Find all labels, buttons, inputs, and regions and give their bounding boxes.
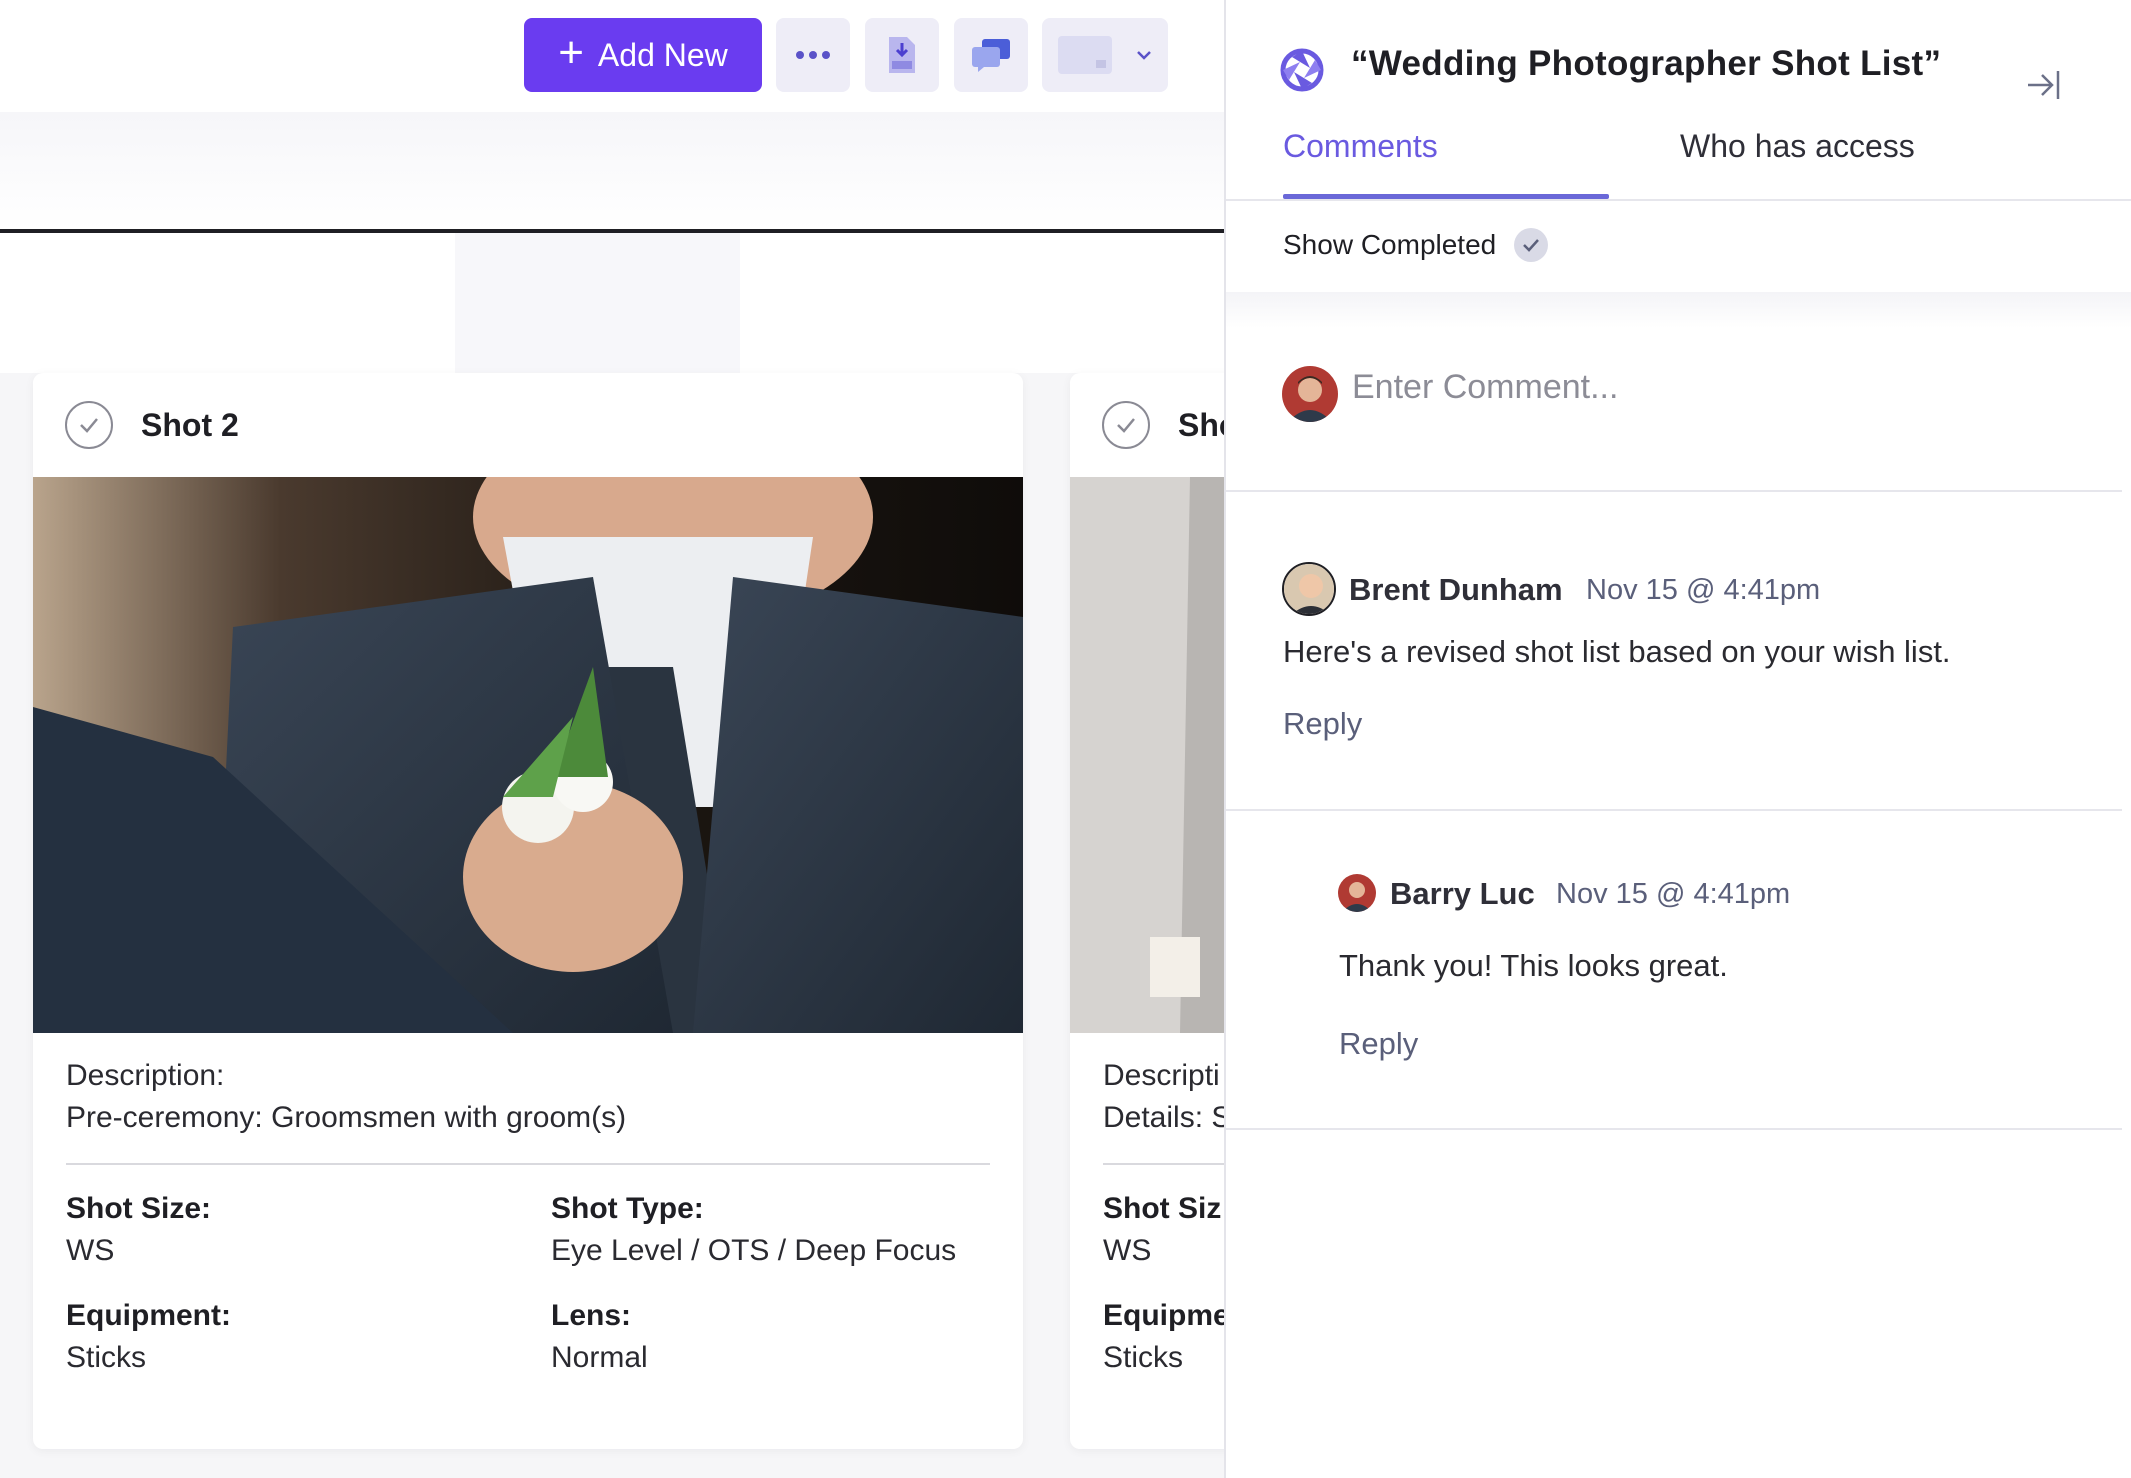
description-value: Pre-ceremony: Groomsmen with groom(s) — [66, 1101, 627, 1134]
comment-text: Thank you! This looks great. — [1339, 948, 1728, 983]
card-divider — [1103, 1163, 1224, 1165]
lens-value: Normal — [551, 1341, 648, 1374]
reply-link[interactable]: Reply — [1283, 706, 1362, 742]
shot-type-field: Shot Type: Eye Level / OTS / Deep Focus — [551, 1188, 956, 1272]
app-logo-icon — [1280, 48, 1324, 92]
comment-divider — [1226, 1128, 2122, 1130]
comment-divider — [1226, 809, 2122, 811]
shot-card[interactable]: Shot 2 Description: Pre-ceremony: Grooms… — [33, 373, 1023, 1449]
panel-title: “Wedding Photographer Shot List” — [1351, 44, 1942, 83]
complete-shot-checkbox[interactable] — [65, 401, 113, 449]
comments-panel: “Wedding Photographer Shot List” Comment… — [1224, 0, 2131, 1478]
comments-toggle-button[interactable] — [954, 18, 1028, 92]
shot-size-field: Shot Siz WS — [1103, 1188, 1221, 1272]
description-label: Description: — [66, 1059, 225, 1092]
shot-description: Description: Pre-ceremony: Groomsmen wit… — [66, 1055, 626, 1139]
shot-card[interactable]: Sho Descripti Details: S Shot Siz WS Equ… — [1070, 373, 1224, 1449]
complete-shot-checkbox[interactable] — [1102, 401, 1150, 449]
add-new-button[interactable]: + Add New — [524, 18, 762, 92]
shot-title: Sho — [1178, 406, 1224, 443]
shot-type-label: Shot Type: — [551, 1192, 704, 1225]
comment-author: Barry Luc — [1390, 876, 1535, 911]
description-label: Descripti — [1103, 1059, 1220, 1092]
collapse-panel-icon[interactable] — [2026, 68, 2062, 102]
comments-icon — [972, 39, 1010, 72]
pdf-download-icon — [889, 37, 915, 73]
comment-timestamp: Nov 15 @ 4:41pm — [1586, 574, 1821, 606]
shot-image — [33, 477, 1023, 1033]
description-value: Details: S — [1103, 1101, 1224, 1134]
check-icon — [1117, 418, 1135, 433]
tab-who-has-access[interactable]: Who has access — [1680, 128, 1915, 165]
comment-divider — [1226, 490, 2122, 492]
card-divider — [66, 1163, 990, 1165]
shot-size-label: Shot Size: — [66, 1192, 212, 1225]
export-pdf-button[interactable] — [865, 18, 939, 92]
tabs-divider — [1226, 199, 2131, 201]
avatar — [1282, 562, 1336, 616]
shot-title: Shot 2 — [141, 406, 239, 443]
equipment-field: Equipment: Sticks — [66, 1295, 231, 1379]
equipment-field: Equipme Sticks — [1103, 1295, 1224, 1379]
comment-text: Here's a revised shot list based on your… — [1283, 634, 1951, 669]
equipment-label: Equipme — [1103, 1299, 1224, 1332]
shot-size-label: Shot Siz — [1103, 1192, 1222, 1225]
lens-label: Lens: — [551, 1299, 632, 1332]
ellipsis-icon — [796, 51, 830, 59]
comment-timestamp: Nov 15 @ 4:41pm — [1556, 878, 1791, 910]
strip-notch — [455, 233, 740, 373]
check-icon — [80, 418, 98, 433]
view-toggle-icon — [1058, 36, 1112, 74]
equipment-label: Equipment: — [66, 1299, 231, 1332]
show-completed-label: Show Completed — [1283, 229, 1497, 260]
chevron-down-icon — [1137, 51, 1151, 60]
shot-list-workspace: + Add New Shot 2 Description: Pre-ceremo… — [0, 0, 1224, 1478]
shot-description: Descripti Details: S — [1103, 1055, 1224, 1139]
tab-comments[interactable]: Comments — [1283, 128, 1438, 165]
more-options-button[interactable] — [776, 18, 850, 92]
shot-size-value: WS — [66, 1234, 115, 1267]
show-completed-toggle[interactable]: Show Completed — [1283, 228, 1549, 262]
shot-size-field: Shot Size: WS — [66, 1188, 211, 1272]
reply-link[interactable]: Reply — [1339, 1026, 1418, 1062]
shot-card-header: Sho — [1070, 373, 1224, 477]
shot-image — [1070, 477, 1224, 1033]
sub-header — [0, 112, 1224, 230]
shot-type-value: Eye Level / OTS / Deep Focus — [551, 1234, 957, 1267]
check-badge-icon — [1514, 228, 1549, 262]
lens-field: Lens: Normal — [551, 1295, 648, 1379]
add-new-label: Add New — [597, 36, 728, 73]
shot-card-header: Shot 2 — [33, 373, 1023, 477]
comment-input[interactable] — [1352, 368, 2052, 407]
top-toolbar: + Add New — [0, 0, 1224, 112]
avatar — [1338, 874, 1376, 912]
shot-size-value: WS — [1103, 1234, 1152, 1267]
toolbar-shadow — [1226, 292, 2131, 328]
current-user-avatar — [1282, 366, 1338, 422]
comment-author: Brent Dunham — [1349, 572, 1563, 607]
plus-icon: + — [558, 28, 584, 77]
equipment-value: Sticks — [1103, 1341, 1184, 1374]
equipment-value: Sticks — [66, 1341, 147, 1374]
view-mode-dropdown[interactable] — [1042, 18, 1168, 92]
